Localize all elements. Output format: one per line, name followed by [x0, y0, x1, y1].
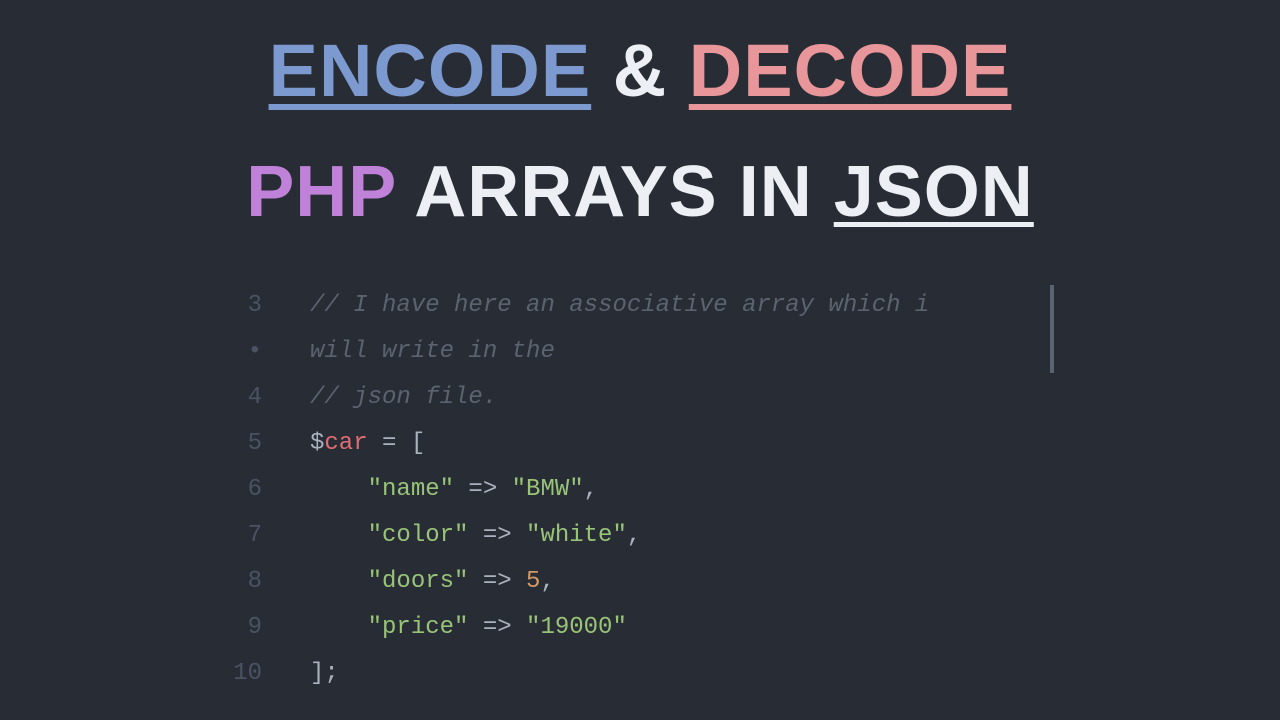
- title-ampersand: &: [613, 29, 667, 112]
- title-word-json: JSON: [834, 152, 1034, 232]
- code-token: [310, 522, 368, 549]
- code-token: =>: [468, 522, 526, 549]
- line-number: 10: [230, 651, 310, 697]
- code-token: ,: [584, 476, 598, 503]
- title-words-arrays-in: ARRAYS IN: [396, 152, 834, 232]
- code-line: 4// json file.: [230, 375, 1050, 421]
- code-token: "BMW": [512, 476, 584, 503]
- code-token: =: [368, 430, 411, 457]
- code-content: "name" => "BMW",: [310, 467, 1050, 513]
- title-line-1: ENCODE & DECODE: [0, 30, 1280, 111]
- code-content: "price" => "19000": [310, 605, 1050, 651]
- code-token: =>: [468, 568, 526, 595]
- code-token: "19000": [526, 614, 627, 641]
- code-token: $: [310, 430, 324, 457]
- line-number: 6: [230, 467, 310, 513]
- line-number: •: [230, 329, 310, 375]
- code-editor: 3// I have here an associative array whi…: [230, 283, 1050, 697]
- code-token: ,: [540, 568, 554, 595]
- line-number: 4: [230, 375, 310, 421]
- code-block: 3// I have here an associative array whi…: [230, 283, 1050, 697]
- title-line-2: PHP ARRAYS IN JSON: [0, 153, 1280, 232]
- code-content: "color" => "white",: [310, 513, 1050, 559]
- code-token: =>: [454, 476, 512, 503]
- code-content: // I have here an associative array whic…: [310, 283, 1050, 329]
- code-content: "doors" => 5,: [310, 559, 1050, 605]
- code-line: 6 "name" => "BMW",: [230, 467, 1050, 513]
- code-content: ];: [310, 651, 1050, 697]
- code-token: "white": [526, 522, 627, 549]
- code-token: // I have here an associative array whic…: [310, 292, 929, 319]
- code-token: "doors": [368, 568, 469, 595]
- code-content: // json file.: [310, 375, 1050, 421]
- code-content: $car = [: [310, 421, 1050, 467]
- code-token: =>: [468, 614, 526, 641]
- code-line: •will write in the: [230, 329, 1050, 375]
- code-token: [310, 476, 368, 503]
- code-token: will write in the: [310, 338, 555, 365]
- code-line: 3// I have here an associative array whi…: [230, 283, 1050, 329]
- code-line: 10];: [230, 651, 1050, 697]
- line-number: 9: [230, 605, 310, 651]
- line-number: 5: [230, 421, 310, 467]
- cursor-indicator: [1050, 285, 1054, 373]
- title-word-decode: DECODE: [689, 29, 1012, 112]
- code-token: "color": [368, 522, 469, 549]
- title-word-php: PHP: [246, 152, 396, 232]
- code-token: [310, 614, 368, 641]
- code-token: "name": [368, 476, 454, 503]
- code-token: "price": [368, 614, 469, 641]
- code-line: 9 "price" => "19000": [230, 605, 1050, 651]
- code-token: ,: [627, 522, 641, 549]
- code-token: [310, 568, 368, 595]
- line-number: 3: [230, 283, 310, 329]
- line-number: 7: [230, 513, 310, 559]
- title-word-encode: ENCODE: [269, 29, 592, 112]
- code-line: 5$car = [: [230, 421, 1050, 467]
- code-token: ];: [310, 660, 339, 687]
- title-block: ENCODE & DECODE PHP ARRAYS IN JSON: [0, 0, 1280, 233]
- code-token: car: [324, 430, 367, 457]
- line-number: 8: [230, 559, 310, 605]
- code-token: 5: [526, 568, 540, 595]
- code-line: 7 "color" => "white",: [230, 513, 1050, 559]
- code-content: will write in the: [310, 329, 1050, 375]
- code-line: 8 "doors" => 5,: [230, 559, 1050, 605]
- code-token: // json file.: [310, 384, 497, 411]
- code-token: [: [411, 430, 425, 457]
